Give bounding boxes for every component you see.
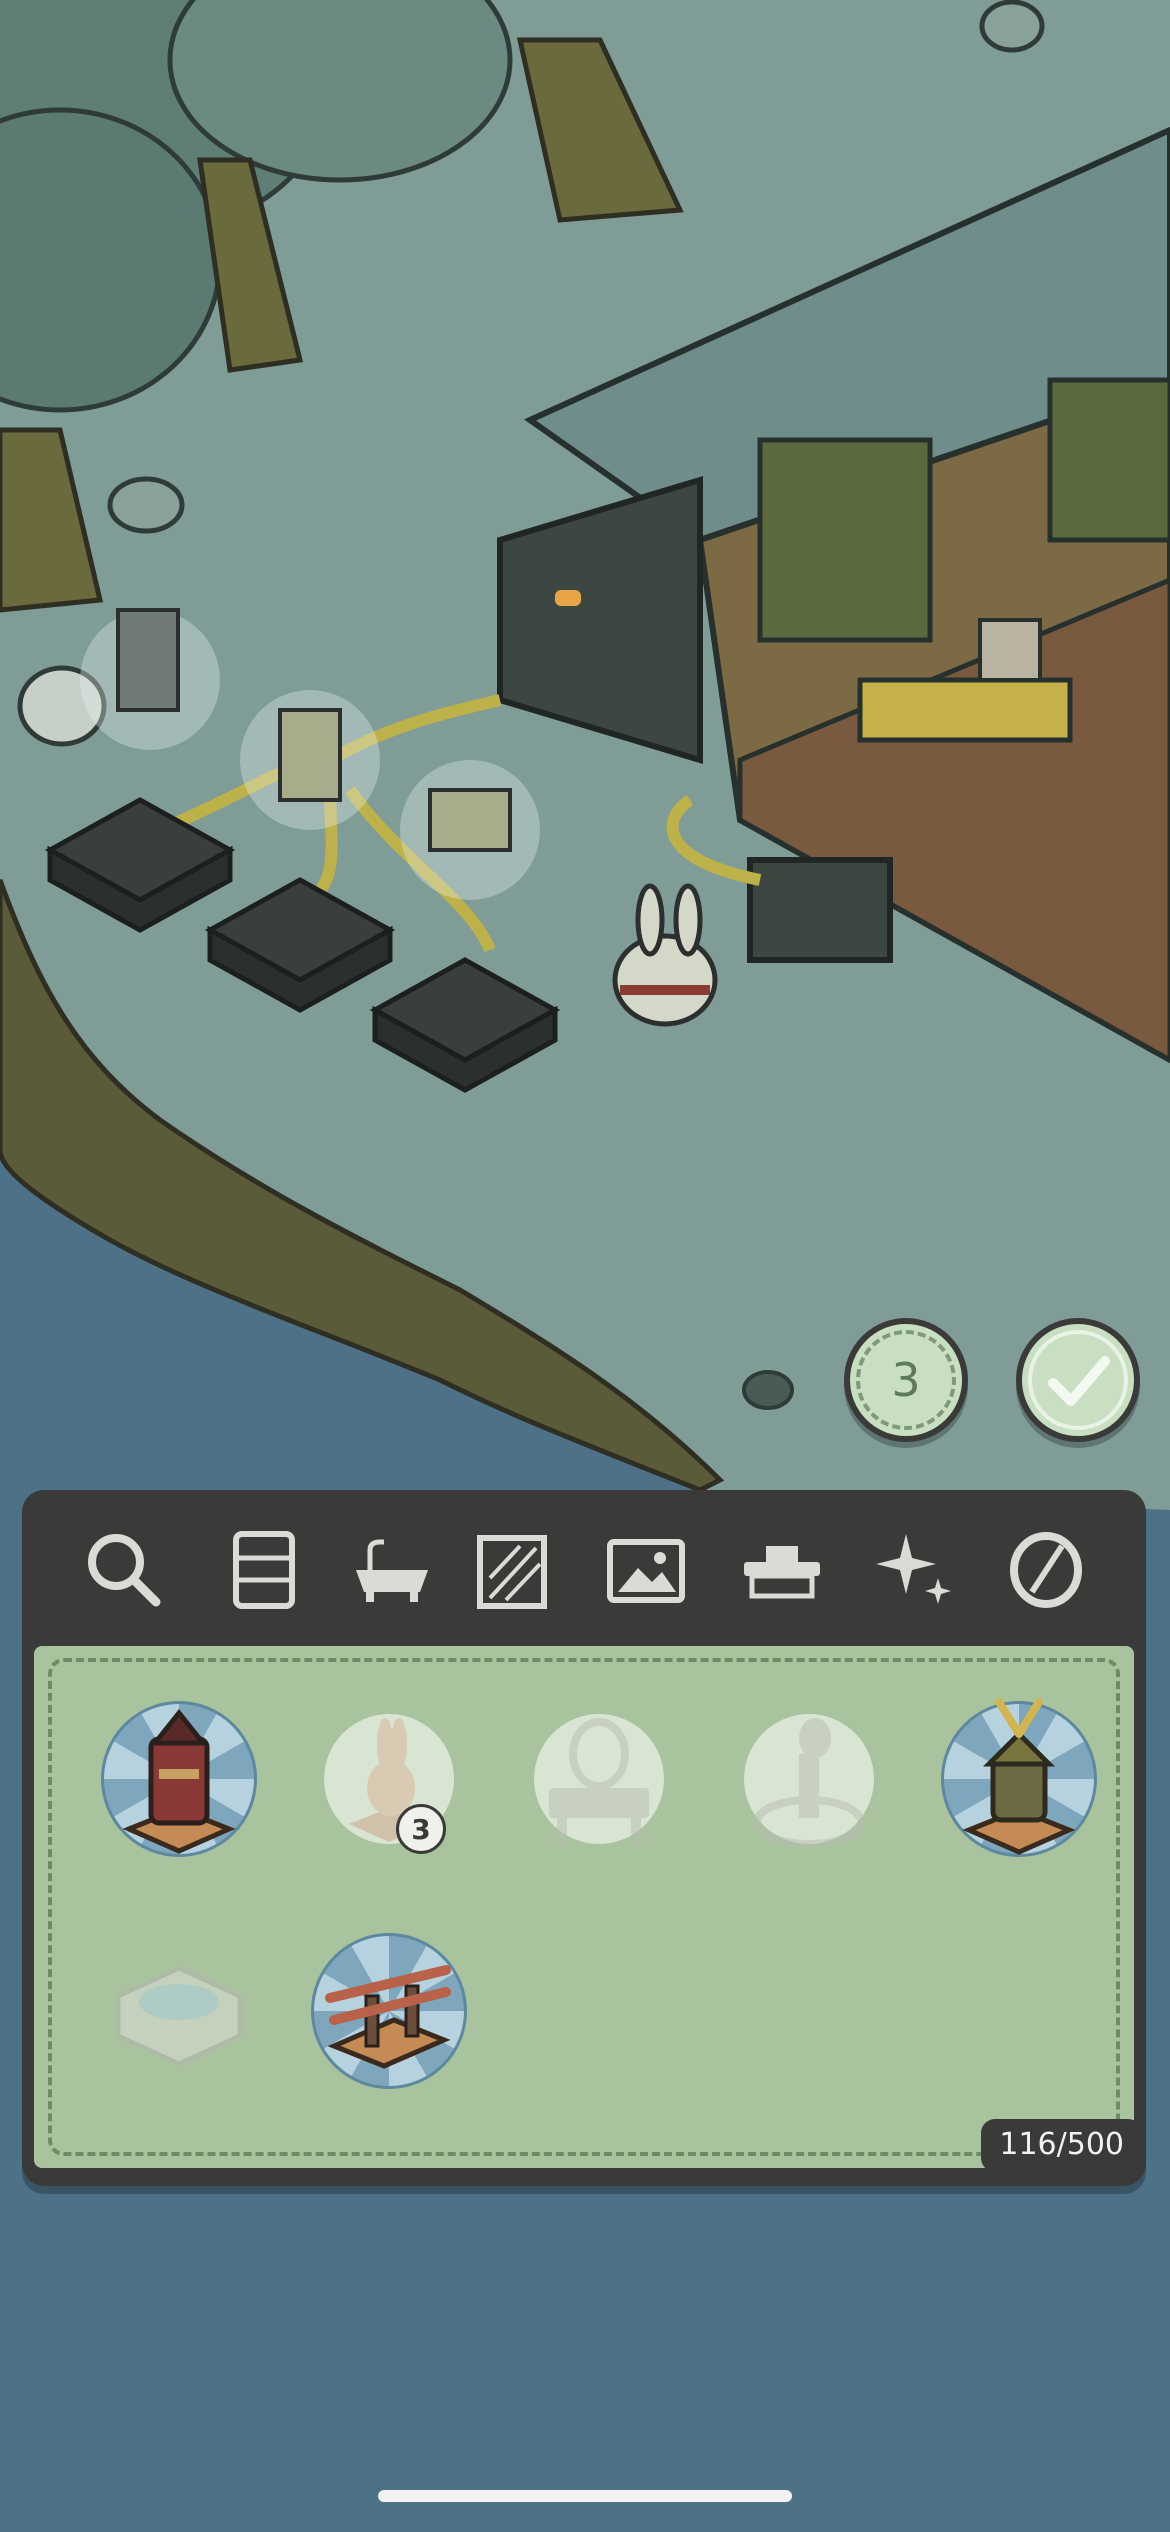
sparkle-icon [876, 1534, 951, 1604]
tab-search[interactable] [82, 1528, 166, 1612]
tab-wall-decor[interactable] [604, 1528, 688, 1612]
katana-rack-icon [325, 1965, 451, 2069]
tab-effects[interactable] [874, 1528, 958, 1612]
shelf-icon [233, 1531, 295, 1609]
placed-statue [428, 788, 512, 852]
inventory-item-kabuto-statue[interactable] [934, 1694, 1104, 1864]
vanity-mirror-icon [549, 1718, 649, 1846]
inventory-grid: 3 116/500 [34, 1646, 1142, 2172]
inventory-item-samurai-armor-statue[interactable] [94, 1694, 264, 1864]
check-icon [1048, 1356, 1110, 1406]
kabuto-statue-icon [962, 1698, 1076, 1855]
picture-icon [607, 1539, 685, 1603]
tab-flooring[interactable] [1004, 1528, 1088, 1612]
confirm-button[interactable] [1016, 1318, 1140, 1442]
wallpaper-icon [477, 1535, 547, 1609]
category-toolbar [22, 1490, 1146, 1646]
samurai-armor-statue-icon [122, 1708, 236, 1854]
inventory-item-vanity-mirror[interactable] [514, 1694, 684, 1864]
inventory-panel: 3 116/500 [22, 1490, 1146, 2186]
inventory-item-rabbit-fountain[interactable] [724, 1694, 894, 1864]
bathtub-icon [356, 1539, 428, 1602]
inventory-item-katana-rack[interactable] [304, 1926, 474, 2096]
inventory-item-stone-basin[interactable] [94, 1926, 264, 2096]
cost-badge: 3 [856, 1330, 956, 1430]
inventory-capacity: 116/500 [981, 2119, 1142, 2172]
inventory-item-rabbit-statue[interactable]: 3 [304, 1694, 474, 1864]
stone-basin-icon [115, 1965, 243, 2067]
rock [742, 1370, 794, 1410]
placement-cost-button[interactable]: 3 [844, 1318, 968, 1442]
tab-bathroom[interactable] [350, 1528, 434, 1612]
placed-statue [278, 708, 342, 802]
rabbit-fountain-icon [753, 1718, 865, 1848]
tab-workshop[interactable] [740, 1528, 824, 1612]
workbench-icon [744, 1546, 820, 1599]
tab-shelf[interactable] [222, 1528, 306, 1612]
home-indicator[interactable] [378, 2490, 792, 2502]
search-icon [88, 1534, 161, 1607]
flooring-icon [1010, 1532, 1082, 1608]
rock [979, 0, 1045, 53]
placed-statue [116, 608, 180, 712]
tab-wallpaper[interactable] [470, 1528, 554, 1612]
quantity-badge: 3 [396, 1804, 446, 1854]
rock [107, 476, 185, 534]
